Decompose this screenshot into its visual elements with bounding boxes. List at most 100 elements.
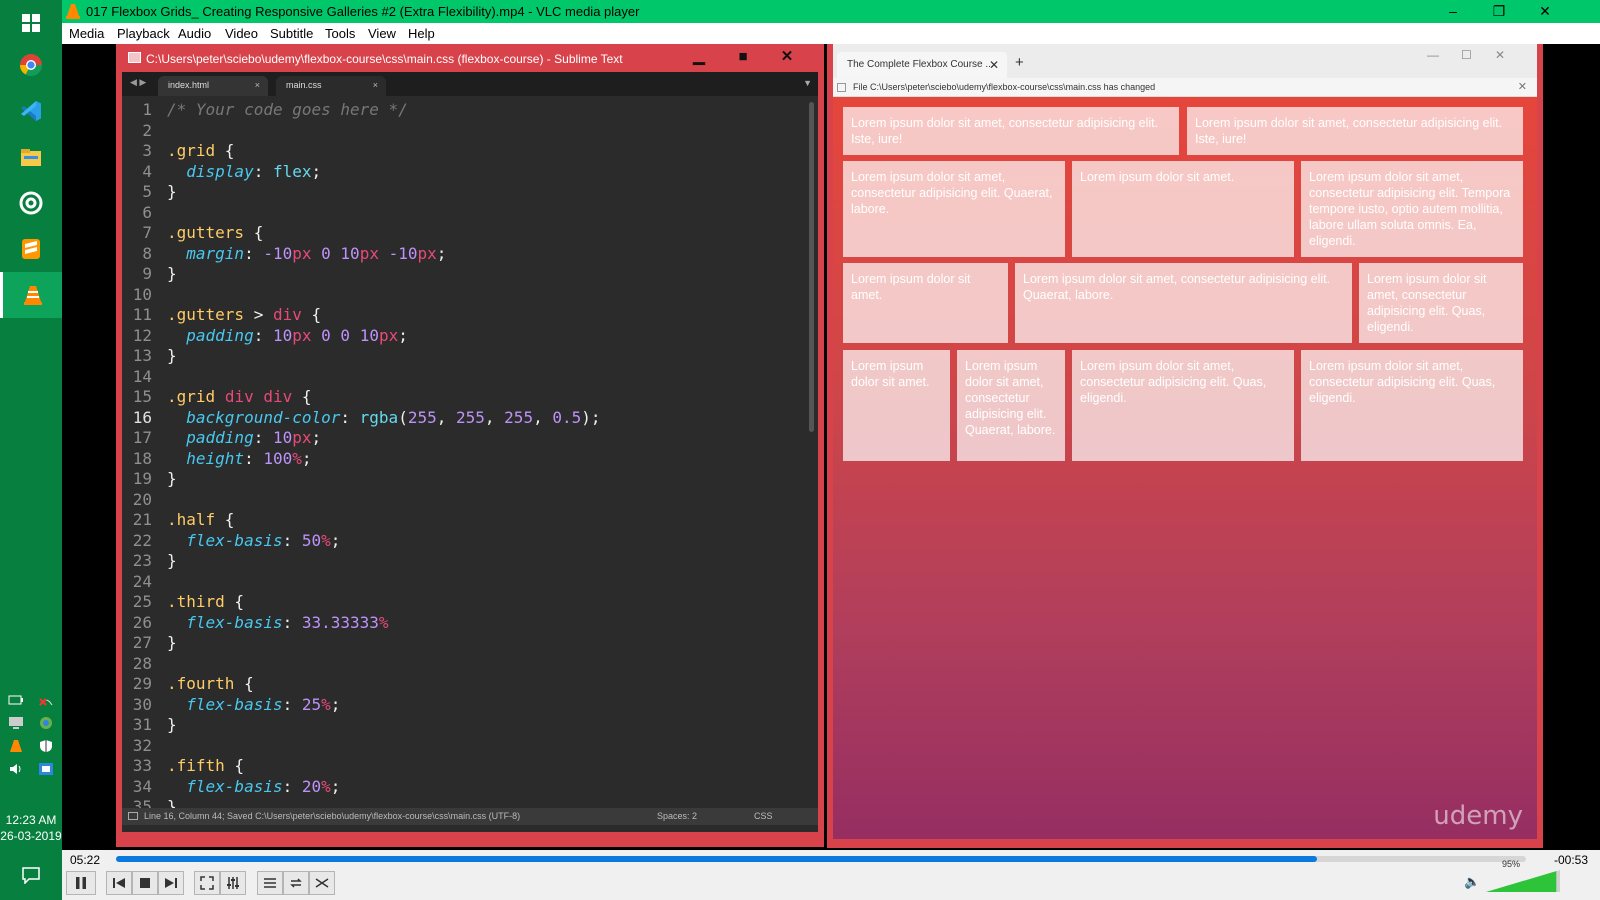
file-icon: [837, 83, 846, 92]
vlc-tray-icon[interactable]: [8, 739, 26, 755]
loop-button[interactable]: [283, 871, 309, 895]
grid-cell: Lorem ipsum dolor sit amet, consectetur …: [1359, 263, 1523, 343]
grid-cell: Lorem ipsum dolor sit amet, consectetur …: [1301, 161, 1523, 257]
code-editor[interactable]: ◀ ▶ index.html × main.css × ▼ 1 /* Your c…: [122, 72, 818, 832]
volume-slider[interactable]: [1486, 870, 1560, 892]
minimize-button[interactable]: –: [1430, 0, 1476, 23]
status-syntax[interactable]: CSS: [754, 808, 773, 825]
fullscreen-button[interactable]: [194, 871, 220, 895]
code-line: flex-basis: 20%;: [186, 776, 341, 796]
sublime-window-icon: [128, 52, 141, 63]
code-area[interactable]: 1 /* Your code goes here */ 2 3 .grid {4 dis…: [122, 96, 806, 816]
line-number: 18: [132, 448, 152, 468]
line-number: 8: [142, 243, 152, 263]
seek-progress: [116, 856, 1318, 862]
status-indentation[interactable]: Spaces: 2: [657, 808, 697, 825]
code-line: }: [167, 469, 177, 488]
notice-close-icon[interactable]: ✕: [1518, 78, 1527, 97]
grid-cell: Lorem ipsum dolor sit amet, consectetur …: [1187, 107, 1523, 155]
sublime-close-button[interactable]: ✕: [766, 44, 808, 70]
new-tab-button[interactable]: +: [1015, 54, 1024, 71]
menu-tools[interactable]: Tools: [325, 26, 355, 41]
code-line: flex-basis: 50%;: [186, 530, 341, 550]
code-line: padding: 10px 0 0 10px;: [186, 325, 408, 345]
vlc-cone-icon: [66, 3, 80, 22]
pause-button[interactable]: [66, 871, 96, 895]
sublime-title-bar: C:\Users\peter\sciebo\udemy\flexbox-cour…: [116, 44, 824, 72]
tray-row-4: [8, 762, 56, 778]
code-line: .grid {: [167, 141, 235, 160]
previous-button[interactable]: [106, 871, 132, 895]
tab-close-icon[interactable]: ×: [373, 76, 378, 95]
action-center-icon[interactable]: [0, 852, 62, 898]
taskbar-clock[interactable]: 12:23 AM 26-03-2019: [0, 812, 62, 844]
menu-media[interactable]: Media: [69, 26, 104, 41]
tab-index-html[interactable]: index.html ×: [158, 76, 268, 96]
shuffle-button[interactable]: [309, 871, 335, 895]
line-number: 16: [132, 407, 152, 427]
panel-toggle-icon[interactable]: [128, 812, 138, 820]
browser-window: The Complete Flexbox Course ... ✕ + — ☐ …: [827, 44, 1543, 848]
line-number: 32: [132, 735, 152, 755]
volume-speaker-icon[interactable]: 🔈: [1464, 874, 1480, 890]
chrome-icon[interactable]: [0, 42, 62, 88]
stop-button[interactable]: [132, 871, 158, 895]
grid-cell: Lorem ipsum dolor sit amet.: [1072, 161, 1294, 257]
file-explorer-icon[interactable]: [0, 134, 62, 180]
line-number: 26: [132, 612, 152, 632]
security-shield-icon[interactable]: [38, 739, 56, 755]
browser-close-button[interactable]: ✕: [1495, 48, 1505, 62]
menu-playback[interactable]: Playback: [117, 26, 170, 41]
browser-maximize-button[interactable]: ☐: [1461, 48, 1472, 62]
windows-icon[interactable]: [0, 0, 62, 46]
code-line: padding: 10px;: [186, 428, 322, 447]
restore-button[interactable]: ❐: [1476, 0, 1522, 23]
tab-main-css[interactable]: main.css ×: [276, 76, 386, 96]
code-line: .grid div div {: [167, 387, 312, 406]
browser-minimize-button[interactable]: —: [1427, 48, 1439, 62]
code-line: .fifth {: [167, 756, 245, 775]
code-line: height: 100%;: [186, 448, 312, 468]
menu-subtitle[interactable]: Subtitle: [270, 26, 313, 41]
network-error-icon[interactable]: [38, 693, 56, 709]
sublime-minimize-button[interactable]: ▁: [678, 44, 720, 70]
code-line: flex-basis: 33.33333%: [186, 612, 389, 632]
target-app-icon[interactable]: [0, 180, 62, 226]
menu-help[interactable]: Help: [408, 26, 435, 41]
next-button[interactable]: [158, 871, 184, 895]
playlist-button[interactable]: [257, 871, 283, 895]
remaining-time[interactable]: -00:53: [1554, 853, 1588, 867]
browser-tab-close-icon[interactable]: ✕: [989, 52, 999, 78]
sync-icon[interactable]: [38, 716, 56, 732]
menu-audio[interactable]: Audio: [178, 26, 211, 41]
menu-view[interactable]: View: [368, 26, 396, 41]
sublime-icon[interactable]: [0, 226, 62, 272]
close-button[interactable]: ✕: [1522, 0, 1568, 23]
tray-row-1: [8, 693, 56, 709]
tab-nav-arrows-icon[interactable]: ◀ ▶: [130, 77, 146, 88]
code-line: }: [167, 551, 177, 570]
battery-icon[interactable]: [8, 693, 26, 709]
grid-cell: Lorem ipsum dolor sit amet, consectetur …: [957, 350, 1065, 461]
vlc-icon[interactable]: [0, 272, 62, 318]
menu-video[interactable]: Video: [225, 26, 258, 41]
line-number: 20: [132, 489, 152, 509]
extended-settings-button[interactable]: [220, 871, 246, 895]
tray-row-3: [8, 739, 56, 755]
tab-dropdown-icon[interactable]: ▼: [803, 78, 812, 88]
speaker-icon[interactable]: [8, 762, 26, 778]
clock-time: 12:23 AM: [5, 813, 57, 827]
vscode-icon[interactable]: [0, 88, 62, 134]
playback-controls: 05:22 -00:53 🔈 95%: [62, 850, 1600, 900]
line-number: 13: [132, 346, 152, 365]
browser-tab[interactable]: The Complete Flexbox Course ... ✕: [837, 52, 1007, 78]
code-line: .gutters {: [167, 223, 264, 242]
sublime-maximize-button[interactable]: ■: [722, 44, 764, 70]
seek-bar[interactable]: [116, 856, 1526, 862]
grid-cell: Lorem ipsum dolor sit amet, consectetur …: [1015, 263, 1352, 343]
line-number: 33: [132, 756, 152, 775]
tab-close-icon[interactable]: ×: [255, 76, 260, 95]
editor-scrollbar[interactable]: [809, 102, 814, 432]
keyboard-language-icon[interactable]: [38, 762, 56, 778]
display-icon[interactable]: [8, 716, 26, 732]
